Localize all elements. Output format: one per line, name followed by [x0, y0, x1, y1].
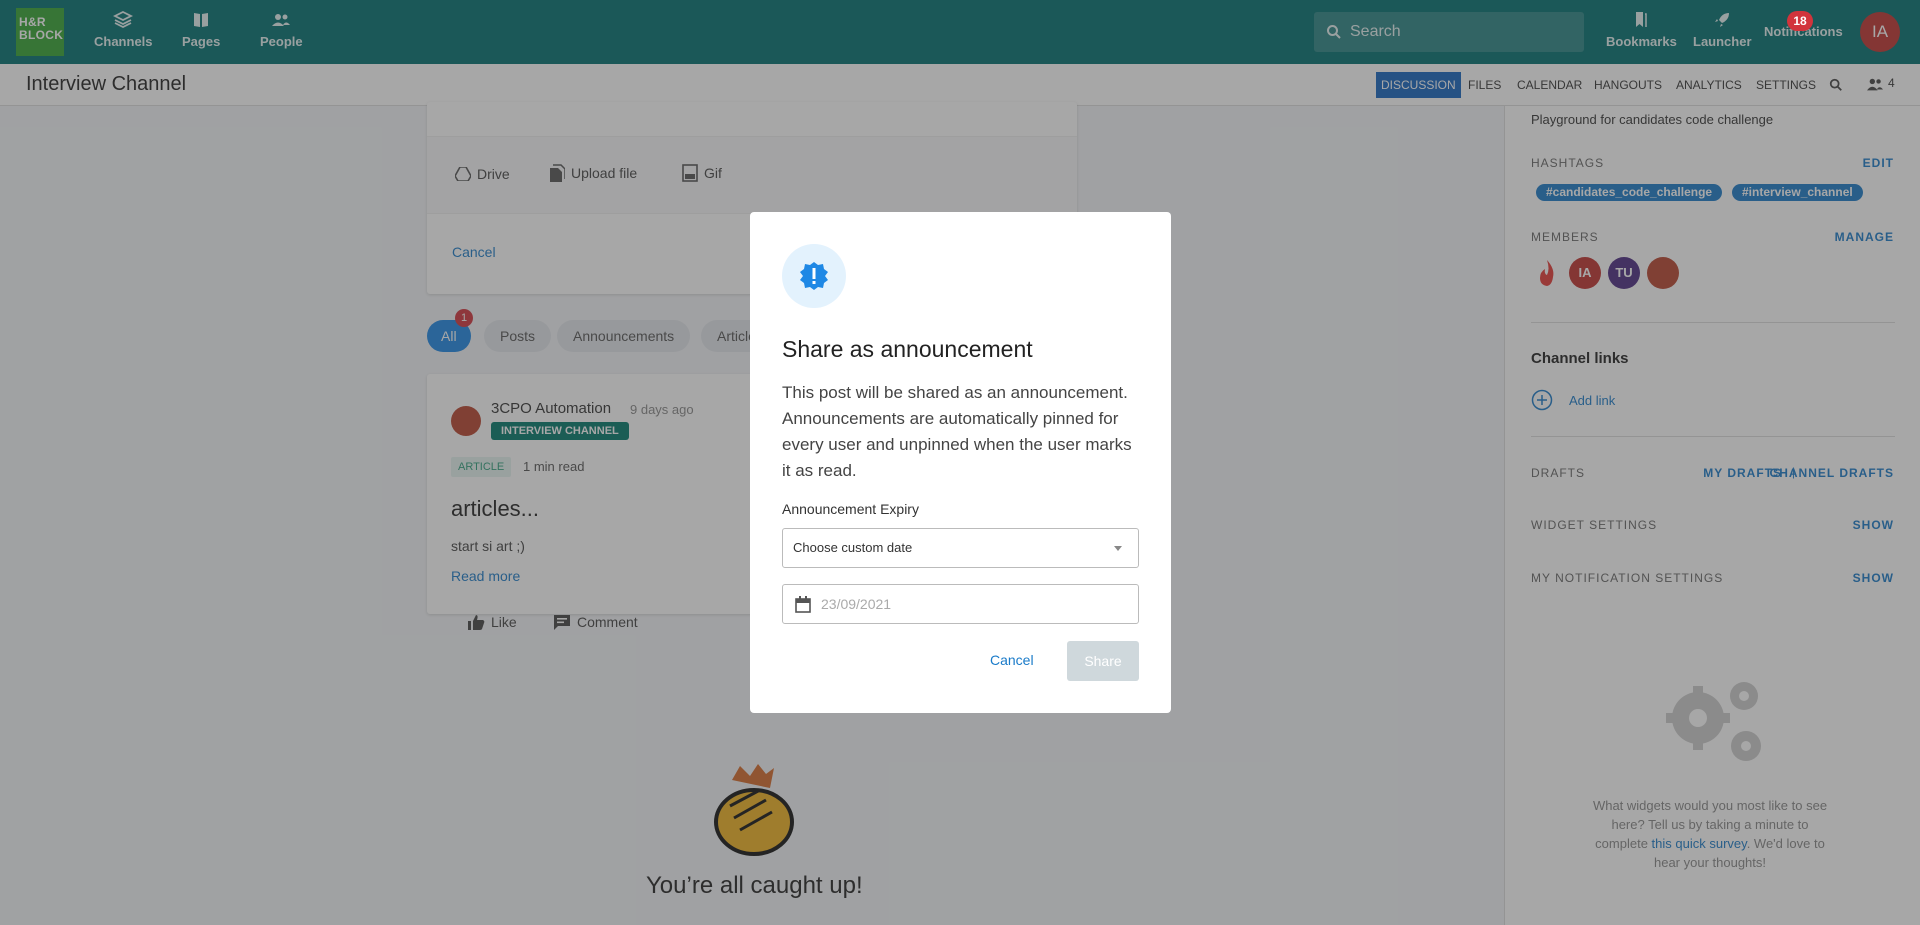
dialog-cancel-button[interactable]: Cancel	[990, 652, 1034, 668]
notifications-count-badge: 18	[1787, 11, 1813, 31]
share-button[interactable]: Share	[1067, 641, 1139, 681]
expiry-select[interactable]: Choose custom date	[782, 528, 1139, 568]
expiry-select-value: Choose custom date	[793, 540, 913, 555]
expiry-label: Announcement Expiry	[782, 501, 919, 517]
dialog-title: Share as announcement	[782, 336, 1033, 362]
share-announcement-dialog: Share as announcement This post will be …	[750, 212, 1171, 713]
announcement-icon	[782, 244, 846, 308]
dialog-body: This post will be shared as an announcem…	[782, 383, 1132, 480]
chevron-down-icon	[1114, 546, 1122, 551]
expiry-date-field[interactable]: 23/09/2021	[782, 584, 1139, 624]
date-placeholder: 23/09/2021	[821, 596, 892, 612]
calendar-icon	[795, 596, 811, 613]
